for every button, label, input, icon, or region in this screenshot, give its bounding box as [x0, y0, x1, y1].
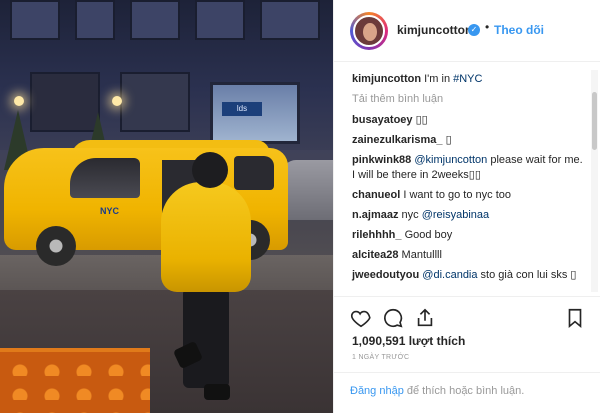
comment-item: jweedoutyou @di.candia sto già con lui s…	[352, 268, 591, 283]
comment-item: chanueol I want to go to nyc too	[352, 188, 591, 203]
comment-item: zainezulkarisma_ ▯	[352, 133, 591, 148]
caption-text: I'm in	[424, 73, 454, 85]
building-window	[10, 0, 60, 40]
hashtag-link[interactable]: #NYC	[453, 73, 482, 85]
store-sign: lds	[222, 102, 262, 116]
action-bar	[334, 296, 600, 336]
person-legs	[183, 288, 229, 388]
login-prompt-text: để thích hoặc bình luận.	[403, 385, 525, 397]
comment-username[interactable]: pinkwink88	[352, 154, 411, 166]
building-window	[260, 0, 320, 40]
share-icon[interactable]	[414, 307, 436, 329]
post-header: kimjuncotton ✓ • Theo dõi	[334, 0, 600, 62]
likes-count[interactable]: 1,090,591 lượt thích	[352, 334, 465, 348]
comment-username[interactable]: busayatoey	[352, 114, 413, 126]
comment-item: alcitea28 Mantullll	[352, 248, 591, 263]
comment-username[interactable]: chanueol	[352, 189, 400, 201]
follow-button[interactable]: Theo dõi	[494, 23, 544, 37]
comment-text: ▯▯	[415, 114, 428, 126]
separator-dot: •	[485, 20, 490, 34]
person-yellow-jacket	[161, 182, 251, 292]
building-window	[75, 0, 115, 40]
parked-car	[282, 160, 333, 220]
taxi-logo: NYC	[100, 206, 120, 216]
building-window	[195, 0, 245, 40]
caption-username[interactable]: kimjuncotton	[352, 73, 421, 85]
bookmark-icon[interactable]	[564, 307, 586, 329]
avatar[interactable]	[353, 15, 385, 47]
load-more-comments-button[interactable]: Tải thêm bình luận	[352, 92, 591, 107]
comment-item: pinkwink88 @kimjuncotton please wait for…	[352, 153, 591, 183]
caption: kimjuncotton I'm in #NYC	[352, 72, 591, 87]
post-photo[interactable]: lds NYC	[0, 0, 333, 413]
wall-lamp	[112, 96, 122, 106]
taxi-window	[234, 156, 274, 190]
taxi-wheel	[36, 226, 76, 266]
avatar-story-ring[interactable]	[350, 12, 388, 50]
verified-badge-icon: ✓	[468, 24, 480, 36]
comment-username[interactable]: rilehhhh_	[352, 229, 402, 241]
comment-icon[interactable]	[382, 307, 404, 329]
comment-username[interactable]: n.ajmaaz	[352, 209, 398, 221]
comment-text: Good boy	[404, 229, 453, 241]
mention-link[interactable]: @reisyabinaa	[422, 209, 489, 221]
comment-item: rilehhhh_ Good boy	[352, 228, 591, 243]
comment-text: I want to go to nyc too	[403, 189, 511, 201]
comment-username[interactable]: jweedoutyou	[352, 269, 419, 281]
building-window	[120, 72, 190, 132]
building-window	[130, 0, 180, 40]
mention-link[interactable]: @kimjuncotton	[414, 154, 487, 166]
taxi-window	[70, 158, 140, 198]
comment-item: busayatoey ▯▯	[352, 113, 591, 128]
wall-lamp	[14, 96, 24, 106]
comment-text: nyc	[401, 209, 422, 221]
person-head	[192, 152, 228, 188]
comments-list[interactable]: kimjuncotton I'm in #NYC Tải thêm bình l…	[334, 63, 591, 295]
post-timestamp[interactable]: 1 NGÀY TRƯỚC	[352, 354, 409, 361]
mention-link[interactable]: @di.candia	[422, 269, 477, 281]
comment-text: ▯	[445, 134, 452, 146]
comment-item: n.ajmaaz nyc @reisyabinaa	[352, 208, 591, 223]
comment-username[interactable]: zainezulkarisma_	[352, 134, 443, 146]
comment-text: sto già con lui sks ▯	[477, 269, 577, 281]
post-side-panel: kimjuncotton ✓ • Theo dõi kimjuncotton I…	[333, 0, 600, 413]
scrollbar-thumb[interactable]	[592, 92, 597, 150]
patterned-carpet	[0, 348, 150, 413]
comment-username[interactable]: alcitea28	[352, 249, 398, 261]
person-boot	[204, 384, 230, 400]
heart-icon[interactable]	[350, 307, 372, 329]
comments-scrollbar[interactable]	[591, 70, 598, 292]
login-link[interactable]: Đăng nhập	[350, 385, 404, 397]
login-prompt: Đăng nhập để thích hoặc bình luận.	[334, 372, 600, 413]
username-link[interactable]: kimjuncotton	[397, 23, 472, 37]
comment-text: Mantullll	[401, 249, 442, 261]
